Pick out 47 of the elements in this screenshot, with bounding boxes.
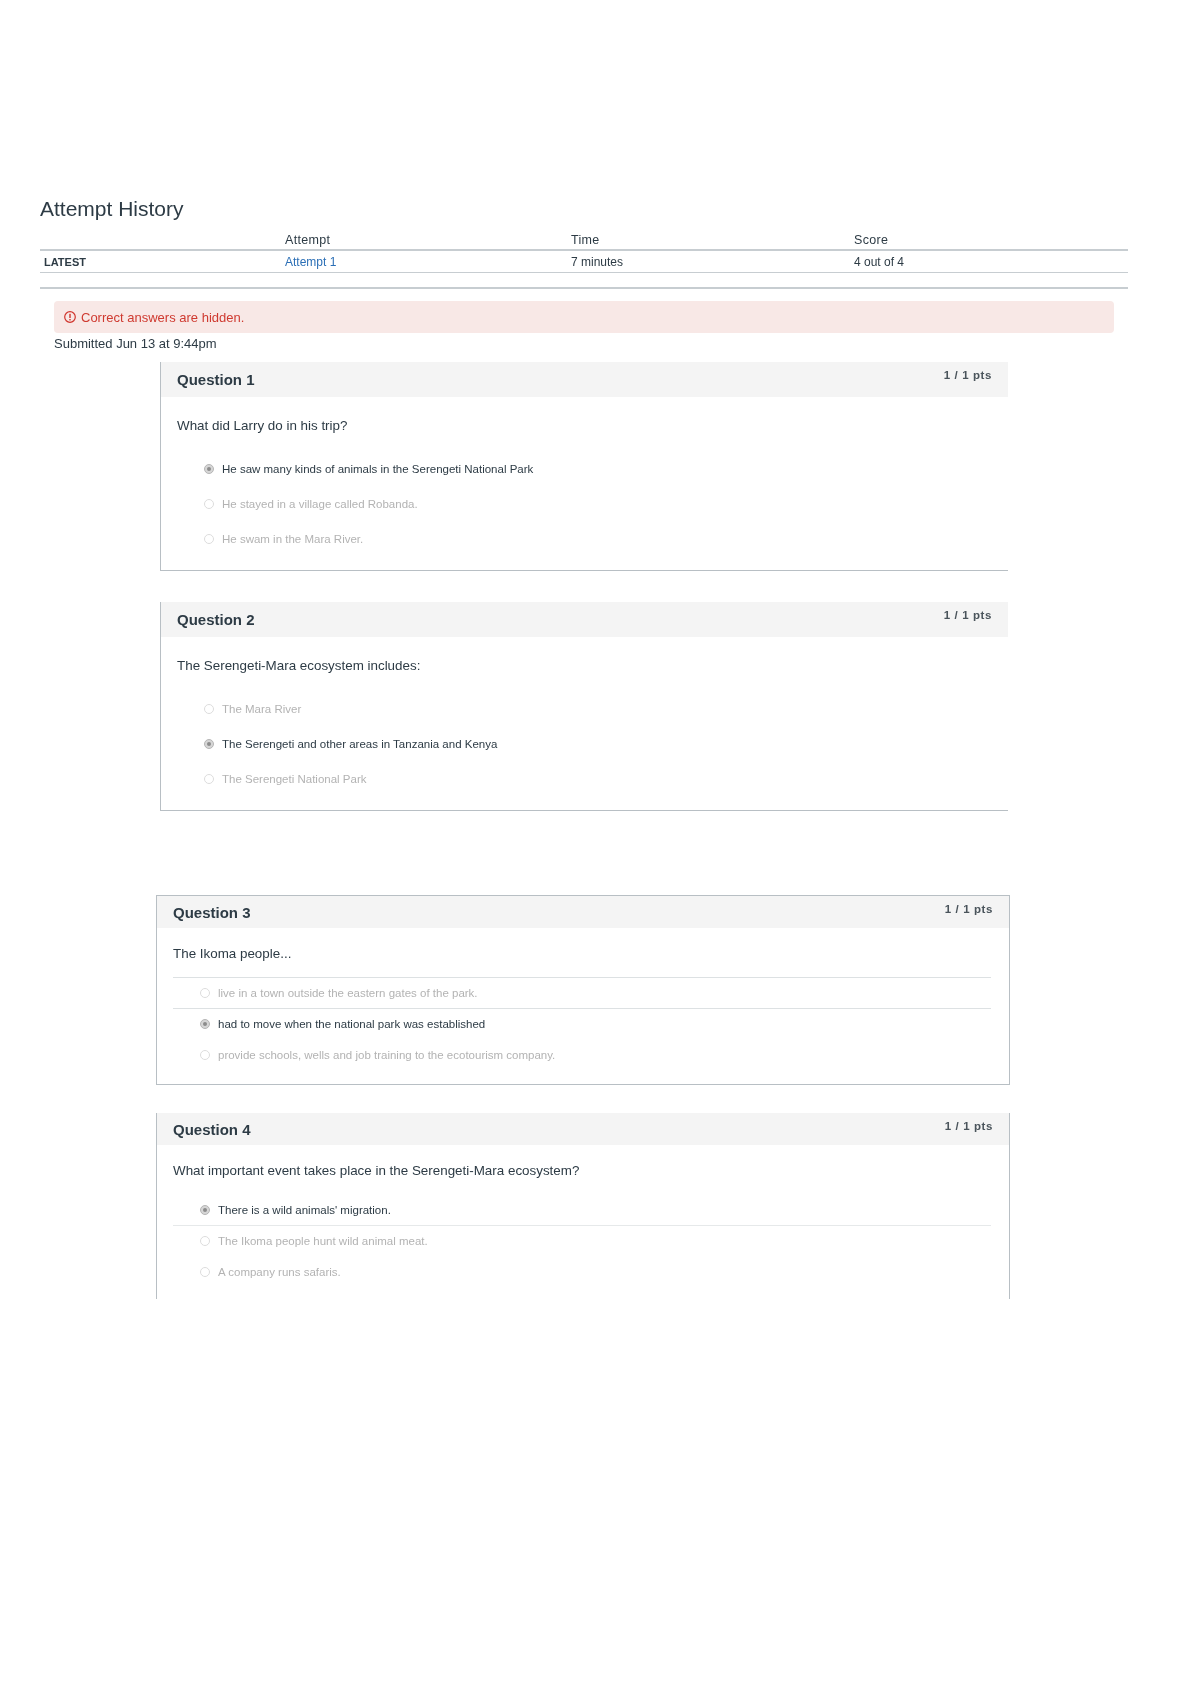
radio-button[interactable]	[200, 1266, 210, 1277]
column-header: Time	[567, 231, 850, 251]
question-text: The Ikoma people...	[173, 946, 293, 962]
radio-button[interactable]	[204, 703, 214, 714]
question-title: Question 1	[177, 371, 255, 388]
radio-button[interactable]	[204, 738, 214, 749]
submission-time: Submitted Jun 13 at 9:44pm	[54, 336, 218, 351]
answer-text: had to move when the national park was established	[218, 1018, 486, 1030]
answer-text: He swam in the Mara River.	[222, 532, 364, 545]
answer-text: A company runs safaris.	[218, 1265, 341, 1278]
table-cell: 7 minutes	[571, 254, 624, 269]
answer-text: The Ikoma people hunt wild animal meat.	[218, 1235, 428, 1247]
table-cell: 4 out of 4	[854, 254, 905, 269]
answer-text: The Mara River	[222, 702, 302, 715]
answer-text: He stayed in a village called Robanda.	[222, 497, 418, 510]
question-text: What did Larry do in his trip?	[177, 418, 349, 434]
points-label: 1 / 1 pts	[943, 369, 992, 381]
question-title: Question 2	[177, 611, 255, 628]
row-label: LATEST	[40, 251, 281, 273]
points-label: 1 / 1 pts	[944, 1120, 993, 1132]
radio-button[interactable]	[200, 1019, 210, 1029]
answer-text: live in a town outside the eastern gates of the park.	[218, 987, 478, 999]
points-label: 1 / 1 pts	[944, 903, 993, 915]
points-label: 1 / 1 pts	[943, 609, 992, 621]
question-text: The Serengeti-Mara ecosystem includes:	[177, 658, 422, 674]
radio-button[interactable]	[200, 1049, 210, 1060]
radio-button[interactable]	[204, 773, 214, 784]
question-title: Question 3	[173, 903, 251, 921]
radio-button[interactable]	[204, 498, 214, 509]
column-header: Score	[850, 231, 1128, 251]
question-title: Question 4	[173, 1120, 251, 1138]
answer-text: There is a wild animals' migration.	[218, 1203, 391, 1216]
answer-text: The Serengeti and other areas in Tanzania and Kenya	[222, 737, 498, 750]
answer-text: He saw many kinds of animals in the Serengeti National Park	[222, 462, 534, 475]
warning-icon	[64, 311, 76, 323]
radio-button[interactable]	[204, 533, 214, 544]
question-text: What important event takes place in the Serengeti-Mara ecosystem?	[173, 1163, 581, 1179]
column-header: Attempt	[281, 231, 567, 251]
radio-button[interactable]	[200, 988, 210, 998]
alert-message: Correct answers are hidden.	[81, 309, 245, 325]
answer-text: The Serengeti National Park	[222, 772, 367, 785]
answer-text: provide schools, wells and job training to the ecotourism company.	[218, 1048, 556, 1061]
attempt-link[interactable]: Attempt 1	[285, 254, 337, 269]
page-title: Attempt History	[40, 198, 185, 220]
radio-button[interactable]	[204, 463, 214, 474]
radio-button[interactable]	[200, 1204, 210, 1215]
radio-button[interactable]	[200, 1236, 210, 1246]
